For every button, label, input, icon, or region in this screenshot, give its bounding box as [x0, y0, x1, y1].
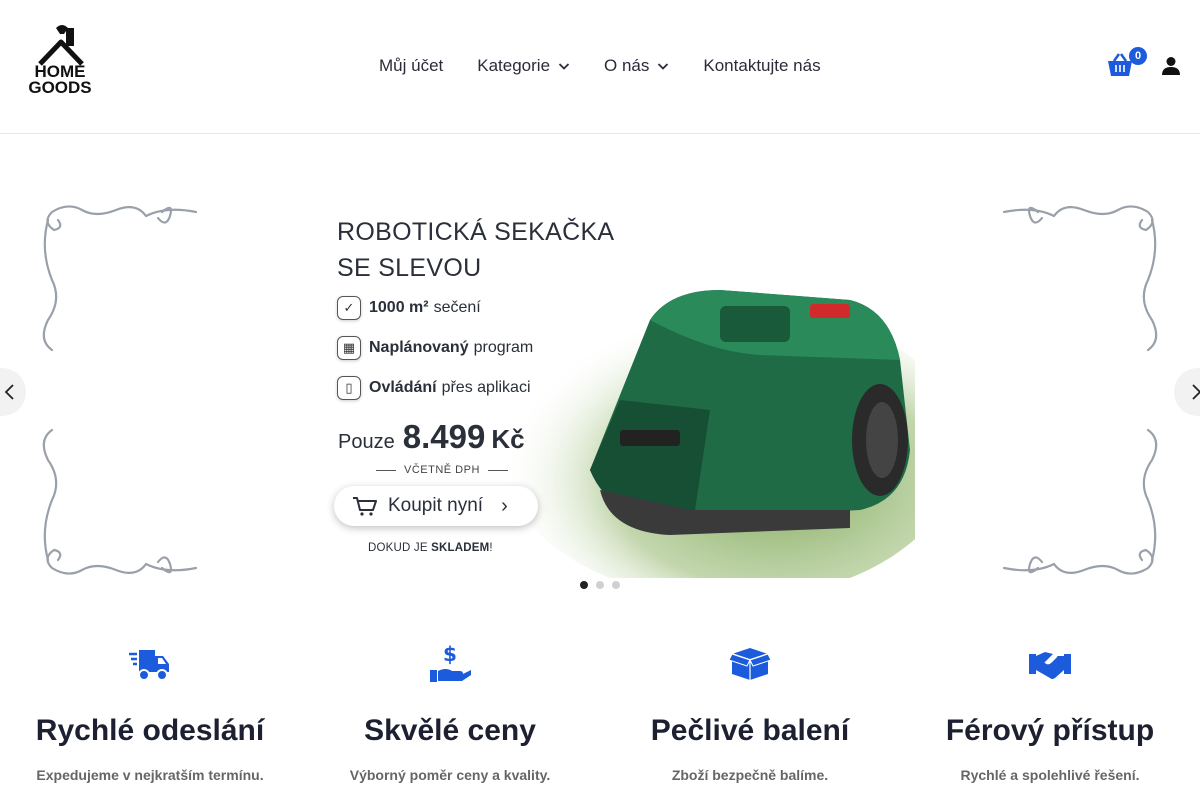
slider-dot-3[interactable] — [612, 581, 620, 589]
nav-categories[interactable]: Kategorie — [477, 56, 570, 76]
site-header: HOME GOODS Můj účet Kategorie O nás Konta… — [0, 0, 1200, 134]
feature-title: Férový přístup — [945, 714, 1155, 747]
banner-feature-area: ✓ 1000 m² sečení — [337, 296, 481, 320]
phone-icon: ▯ — [337, 376, 361, 400]
banner-feature-program: ▦ Naplánovaný program — [337, 336, 533, 360]
feature-careful-packaging: Pečlivé balení Zboží bezpečně balíme. — [600, 640, 900, 800]
feature-desc: Expedujeme v nejkratším termínu. — [36, 767, 264, 783]
feature-title: Skvělé ceny — [364, 714, 536, 747]
vat-note: VČETNĚ DPH — [368, 464, 516, 476]
feature-desc: Zboží bezpečně balíme. — [671, 767, 829, 783]
chevron-right-icon — [1192, 384, 1200, 400]
slider-pagination — [580, 581, 628, 589]
ornament-frame-left — [42, 205, 198, 575]
nav-my-account[interactable]: Můj účet — [379, 56, 443, 76]
open-box-icon — [729, 648, 771, 680]
promo-banner[interactable]: ROBOTICKÁ SEKAČKA SE SLEVOU ✓ 1000 m² seč… — [290, 200, 915, 578]
feature-great-prices: $ Skvělé ceny Výborný poměr ceny a kvali… — [300, 640, 600, 800]
feature-title: Pečlivé balení — [650, 714, 850, 747]
feature-title: Rychlé odeslání — [35, 714, 265, 747]
hand-dollar-icon: $ — [430, 644, 471, 682]
banner-feature-app: ▯ Ovládání přes aplikaci — [337, 376, 531, 400]
nav-about[interactable]: O nás — [604, 56, 669, 76]
feature-fast-shipping: Rychlé odeslání Expedujeme v nejkratším … — [0, 640, 300, 800]
nav-contact[interactable]: Kontaktujte nás — [703, 56, 820, 76]
feature-desc: Rychlé a spolehlivé řešení. — [960, 767, 1140, 783]
buy-now-button[interactable]: Koupit nyní › — [334, 486, 538, 526]
chevron-left-icon — [4, 384, 14, 400]
hero-slider: ROBOTICKÁ SEKAČKA SE SLEVOU ✓ 1000 m² seč… — [0, 200, 1200, 580]
chevron-right-icon: › — [501, 494, 508, 517]
house-icon — [38, 25, 84, 66]
calendar-icon: ▦ — [337, 336, 361, 360]
ornament-frame-right — [1002, 205, 1158, 575]
main-nav: Můj účet Kategorie O nás Kontaktujte nás — [379, 54, 821, 78]
cart-count-badge: 0 — [1129, 47, 1147, 65]
slider-dot-1[interactable] — [580, 581, 588, 589]
feature-desc: Výborný poměr ceny a kvality. — [349, 767, 551, 783]
slider-dot-2[interactable] — [596, 581, 604, 589]
site-logo[interactable]: HOME GOODS — [22, 22, 98, 112]
check-icon: ✓ — [337, 296, 361, 320]
cart-icon — [353, 497, 377, 516]
user-icon[interactable] — [1161, 56, 1181, 76]
features-section: Rychlé odeslání Expedujeme v nejkratším … — [0, 640, 1200, 800]
handshake-icon — [1029, 652, 1071, 679]
logo-text: HOME GOODS — [28, 62, 92, 97]
chevron-down-icon — [558, 63, 570, 70]
svg-text:$: $ — [443, 644, 457, 666]
feature-fair-approach: Férový přístup Rychlé a spolehlivé řešen… — [900, 640, 1200, 800]
chevron-down-icon — [658, 63, 669, 70]
banner-title: ROBOTICKÁ SEKAČKA SE SLEVOU — [337, 218, 615, 282]
stock-note: DOKUD JE SKLADEM! — [368, 542, 493, 554]
banner-price: Pouze 8.499 Kč — [338, 418, 525, 455]
delivery-truck-icon — [129, 650, 169, 681]
